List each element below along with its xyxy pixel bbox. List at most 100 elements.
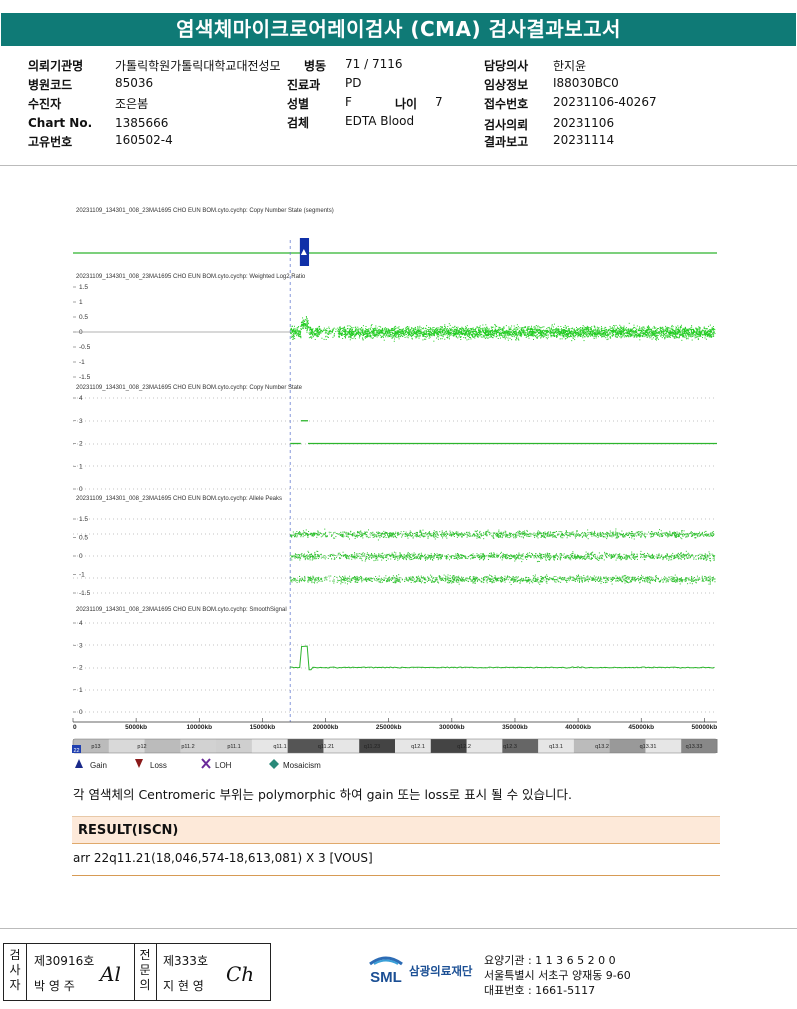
log2-point <box>324 339 325 340</box>
log2-point <box>473 333 474 334</box>
log2-point <box>537 326 538 327</box>
log2-point <box>604 334 605 335</box>
log2-point <box>713 331 714 332</box>
log2-point <box>519 333 520 334</box>
log2-point <box>642 327 643 328</box>
log2-point <box>383 337 384 338</box>
log2-point <box>509 331 510 332</box>
allele-point <box>299 531 300 532</box>
allele-point <box>679 532 680 533</box>
log2-point <box>312 334 313 335</box>
log2-point <box>634 327 635 328</box>
allele-point <box>515 536 516 537</box>
log2-point <box>622 332 623 333</box>
log2-point <box>516 331 517 332</box>
log2-point <box>691 333 692 334</box>
log2-point <box>307 325 308 326</box>
log2-point <box>540 335 541 336</box>
allele-point <box>374 535 375 536</box>
log2-point <box>440 331 441 332</box>
log2-point <box>489 328 490 329</box>
log2-point <box>386 328 387 329</box>
log2-point <box>311 338 312 339</box>
allele-point <box>684 530 685 531</box>
log2-point <box>623 329 624 330</box>
log2-point <box>370 332 371 333</box>
log2-point <box>337 328 338 329</box>
log2-point <box>389 332 390 333</box>
log2-point <box>628 329 629 330</box>
log2-point <box>696 337 697 338</box>
log2-point <box>428 333 429 334</box>
log2-point <box>640 333 641 334</box>
log2-point <box>426 325 427 326</box>
log2-point <box>461 333 462 334</box>
log2-point <box>655 339 656 340</box>
log2-point <box>492 335 493 336</box>
log2-point <box>368 328 369 329</box>
allele-point <box>399 534 400 535</box>
log2-point <box>368 331 369 332</box>
allele-point <box>342 532 343 533</box>
log2-point <box>583 331 584 332</box>
log2-point <box>506 332 507 333</box>
log2-point <box>339 333 340 334</box>
log2-point <box>399 338 400 339</box>
log2-point <box>640 335 641 336</box>
log2-point <box>418 329 419 330</box>
log2-point <box>630 328 631 329</box>
log2-point <box>654 331 655 332</box>
log2-point <box>362 333 363 334</box>
log2-point <box>365 338 366 339</box>
allele-point <box>330 532 331 533</box>
log2-point <box>653 334 654 335</box>
log2-point <box>450 325 451 326</box>
log2-point <box>473 329 474 330</box>
log2-point <box>624 336 625 337</box>
log2-point <box>619 325 620 326</box>
log2-point <box>351 330 352 331</box>
allele-point <box>513 537 514 538</box>
log2-point <box>419 330 420 331</box>
log2-point <box>350 337 351 338</box>
log2-point <box>573 332 574 333</box>
allele-point <box>617 537 618 538</box>
log2-point <box>616 329 617 330</box>
log2-point <box>396 332 397 333</box>
allele-point <box>578 533 579 534</box>
log2-point <box>445 332 446 333</box>
log2-point <box>344 327 345 328</box>
log2-point <box>543 337 544 338</box>
log2-point <box>557 332 558 333</box>
allele-point <box>310 534 311 535</box>
log2-point <box>528 334 529 335</box>
log2-point <box>621 333 622 334</box>
log2-point <box>373 330 374 331</box>
allele-point <box>697 536 698 537</box>
log2-point <box>427 331 428 332</box>
log2-point <box>350 331 351 332</box>
log2-point <box>544 336 545 337</box>
log2-point <box>548 331 549 332</box>
log2-point <box>678 337 679 338</box>
log2-point <box>298 332 299 333</box>
log2-point <box>355 327 356 328</box>
allele-point <box>550 533 551 534</box>
log2-point <box>684 332 685 333</box>
log2-point <box>373 337 374 338</box>
log2-point <box>318 330 319 331</box>
log2-point <box>361 327 362 328</box>
log2-point <box>386 333 387 334</box>
log2-point <box>449 332 450 333</box>
log2-point <box>338 333 339 334</box>
log2-point <box>593 336 594 337</box>
log2-point <box>327 333 328 334</box>
log2-point <box>556 337 557 338</box>
allele-point <box>659 529 660 530</box>
allele-point <box>677 532 678 533</box>
log2-point <box>428 334 429 335</box>
log2-point <box>662 333 663 334</box>
log2-point <box>340 329 341 330</box>
log2-point <box>371 336 372 337</box>
allele-point <box>559 531 560 532</box>
